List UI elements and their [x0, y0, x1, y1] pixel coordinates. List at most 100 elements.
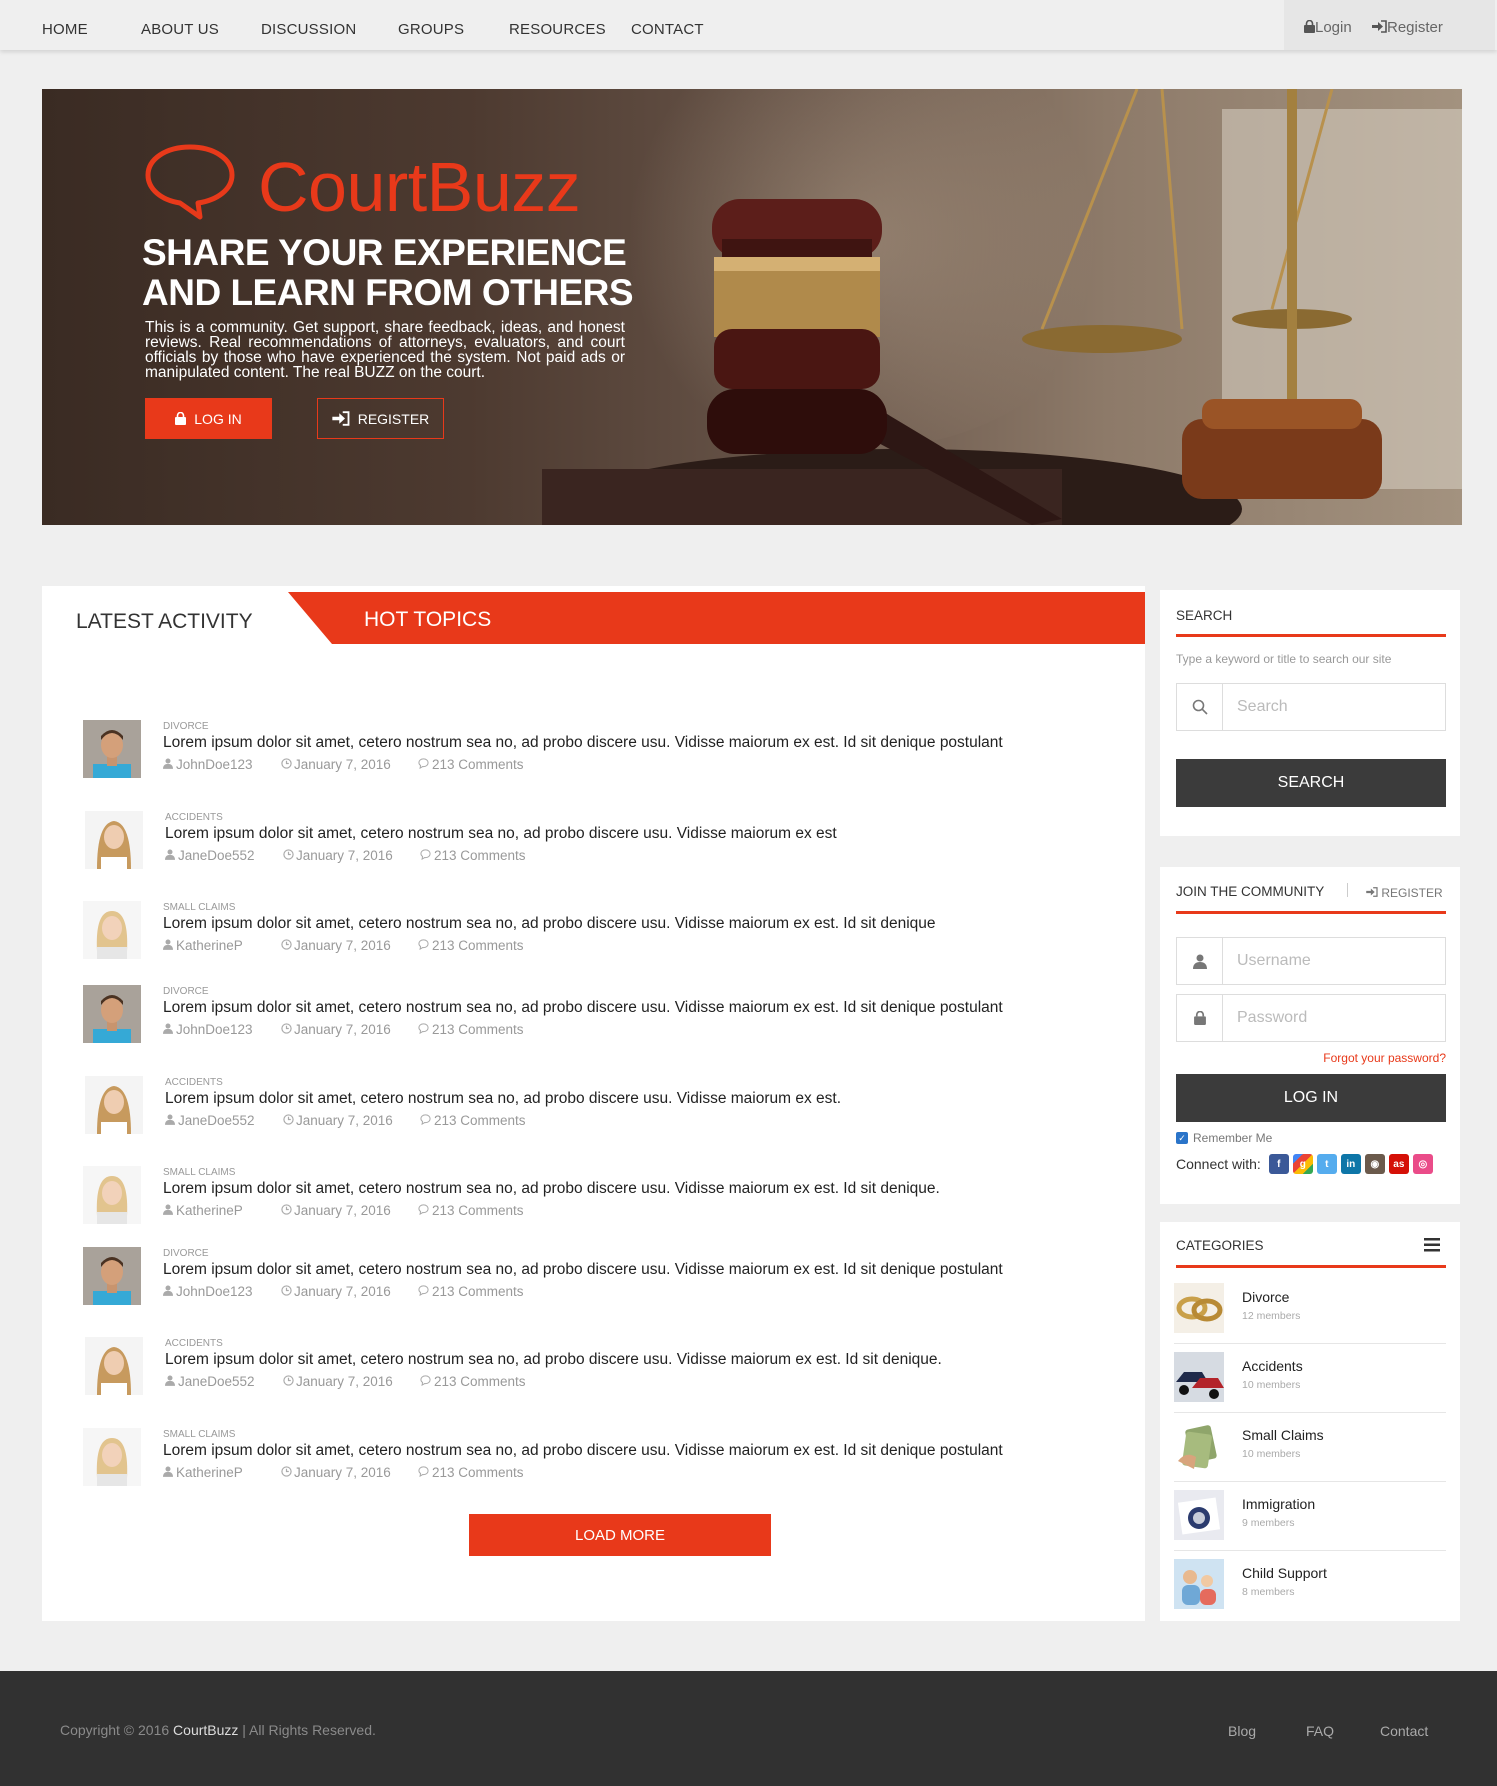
twitter-icon[interactable]: t [1316, 1154, 1337, 1174]
avatar-katherinep[interactable] [83, 1166, 141, 1224]
activity-title[interactable]: Lorem ipsum dolor sit amet, cetero nostr… [163, 1180, 940, 1198]
activity-author[interactable]: JaneDoe552 [165, 848, 283, 863]
tab-hot-topics[interactable]: HOT TOPICS [288, 592, 1145, 644]
activity-meta: JohnDoe123 January 7, 2016 213 Comments [163, 1022, 524, 1037]
avatar-johndoe123[interactable] [83, 1247, 141, 1305]
join-login-button[interactable]: LOG IN [1176, 1074, 1446, 1122]
category-accidents[interactable]: Accidents 10 members [1174, 1344, 1446, 1413]
hero-register-button[interactable]: REGISTER [317, 398, 444, 439]
facebook-icon[interactable]: f [1268, 1154, 1289, 1174]
remember-me-checkbox[interactable]: ✓ [1176, 1132, 1188, 1144]
nav-discussion[interactable]: DISCUSSION [261, 21, 356, 38]
activity-comments[interactable]: 213 Comments [418, 938, 524, 953]
footer-link-faq[interactable]: FAQ [1306, 1723, 1334, 1739]
footer-brand[interactable]: CourtBuzz [173, 1722, 238, 1738]
password-field[interactable]: Password [1176, 994, 1446, 1042]
nav-groups[interactable]: GROUPS [398, 21, 464, 38]
activity-author[interactable]: JaneDoe552 [165, 1374, 283, 1389]
activity-comments[interactable]: 213 Comments [418, 1203, 524, 1218]
footer-link-blog[interactable]: Blog [1228, 1723, 1256, 1739]
activity-category[interactable]: SMALL CLAIMS [163, 1167, 235, 1178]
instagram-icon[interactable]: ◉ [1364, 1154, 1385, 1174]
username-field[interactable]: Username [1176, 937, 1446, 985]
footer-link-contact[interactable]: Contact [1380, 1723, 1428, 1739]
activity-comments[interactable]: 213 Comments [420, 848, 526, 863]
menu-icon[interactable] [1424, 1238, 1440, 1257]
category-divorce[interactable]: Divorce 12 members [1174, 1275, 1446, 1344]
hero-login-button[interactable]: LOG IN [145, 398, 272, 439]
activity-item[interactable]: SMALL CLAIMS Lorem ipsum dolor sit amet, … [83, 901, 1083, 961]
activity-item[interactable]: SMALL CLAIMS Lorem ipsum dolor sit amet, … [83, 1166, 1083, 1226]
category-name: Child Support [1242, 1565, 1327, 1581]
remember-me[interactable]: ✓ Remember Me [1176, 1131, 1272, 1145]
activity-comments-count: 213 Comments [432, 1465, 524, 1480]
activity-item[interactable]: SMALL CLAIMS Lorem ipsum dolor sit amet, … [83, 1428, 1083, 1488]
activity-author[interactable]: JohnDoe123 [163, 757, 281, 772]
activity-comments[interactable]: 213 Comments [418, 757, 524, 772]
activity-date-text: January 7, 2016 [294, 1022, 391, 1037]
activity-title[interactable]: Lorem ipsum dolor sit amet, cetero nostr… [163, 915, 936, 933]
category-immigration[interactable]: Immigration 9 members [1174, 1482, 1446, 1551]
avatar-katherinep[interactable] [83, 901, 141, 959]
activity-item[interactable]: DIVORCE Lorem ipsum dolor sit amet, ceter… [83, 720, 1083, 780]
join-register-link[interactable]: REGISTER [1366, 886, 1443, 900]
activity-title[interactable]: Lorem ipsum dolor sit amet, cetero nostr… [165, 825, 837, 843]
avatar-janedoe552[interactable] [85, 1076, 143, 1134]
search-input[interactable]: Search [1176, 683, 1446, 731]
nav-contact[interactable]: CONTACT [631, 21, 704, 38]
avatar-johndoe123[interactable] [83, 720, 141, 778]
activity-category[interactable]: SMALL CLAIMS [163, 902, 235, 913]
forgot-password-link[interactable]: Forgot your password? [1323, 1051, 1446, 1065]
avatar-johndoe123[interactable] [83, 985, 141, 1043]
dribbble-icon[interactable]: ◎ [1412, 1154, 1433, 1174]
activity-title[interactable]: Lorem ipsum dolor sit amet, cetero nostr… [163, 1261, 1003, 1279]
activity-title[interactable]: Lorem ipsum dolor sit amet, cetero nostr… [163, 1442, 1003, 1460]
activity-author[interactable]: JohnDoe123 [163, 1284, 281, 1299]
nav-login-link[interactable]: Login [1304, 19, 1352, 36]
activity-item[interactable]: ACCIDENTS Lorem ipsum dolor sit amet, cet… [85, 1076, 1085, 1136]
activity-category[interactable]: ACCIDENTS [165, 1077, 223, 1088]
activity-title[interactable]: Lorem ipsum dolor sit amet, cetero nostr… [165, 1351, 942, 1369]
avatar-janedoe552[interactable] [85, 1337, 143, 1395]
linkedin-icon[interactable]: in [1340, 1154, 1361, 1174]
family-image [1174, 1559, 1224, 1609]
activity-title[interactable]: Lorem ipsum dolor sit amet, cetero nostr… [163, 999, 1003, 1017]
activity-category[interactable]: ACCIDENTS [165, 1338, 223, 1349]
nav-home[interactable]: HOME [42, 21, 88, 38]
activity-author[interactable]: JaneDoe552 [165, 1113, 283, 1128]
activity-author[interactable]: KatherineP [163, 938, 281, 953]
activity-comments[interactable]: 213 Comments [420, 1113, 526, 1128]
activity-comments[interactable]: 213 Comments [420, 1374, 526, 1389]
activity-title[interactable]: Lorem ipsum dolor sit amet, cetero nostr… [165, 1090, 841, 1108]
nav-about-us[interactable]: ABOUT US [141, 21, 219, 38]
avatar-katherinep[interactable] [83, 1428, 141, 1486]
search-button[interactable]: SEARCH [1176, 759, 1446, 807]
lastfm-icon[interactable]: as [1388, 1154, 1409, 1174]
brand-logo[interactable]: CourtBuzz [142, 141, 581, 226]
activity-item[interactable]: ACCIDENTS Lorem ipsum dolor sit amet, cet… [85, 811, 1085, 871]
activity-title[interactable]: Lorem ipsum dolor sit amet, cetero nostr… [163, 734, 1003, 752]
activity-comments[interactable]: 213 Comments [418, 1465, 524, 1480]
activity-item[interactable]: DIVORCE Lorem ipsum dolor sit amet, ceter… [83, 1247, 1083, 1307]
passport-image [1174, 1490, 1224, 1540]
activity-comments[interactable]: 213 Comments [418, 1284, 524, 1299]
category-small-claims[interactable]: Small Claims 10 members [1174, 1413, 1446, 1482]
activity-category[interactable]: ACCIDENTS [165, 812, 223, 823]
activity-category[interactable]: SMALL CLAIMS [163, 1429, 235, 1440]
activity-category[interactable]: DIVORCE [163, 1248, 209, 1259]
activity-item[interactable]: DIVORCE Lorem ipsum dolor sit amet, ceter… [83, 985, 1083, 1045]
nav-register-link[interactable]: Register [1372, 19, 1443, 36]
category-child-support[interactable]: Child Support 8 members [1174, 1551, 1446, 1620]
load-more-button[interactable]: LOAD MORE [469, 1514, 771, 1556]
activity-author[interactable]: JohnDoe123 [163, 1022, 281, 1037]
activity-author[interactable]: KatherineP [163, 1465, 281, 1480]
tab-latest-activity[interactable]: LATEST ACTIVITY [76, 610, 253, 634]
activity-category[interactable]: DIVORCE [163, 721, 209, 732]
google-icon[interactable]: g [1292, 1154, 1313, 1174]
avatar-janedoe552[interactable] [85, 811, 143, 869]
activity-item[interactable]: ACCIDENTS Lorem ipsum dolor sit amet, cet… [85, 1337, 1085, 1397]
activity-author[interactable]: KatherineP [163, 1203, 281, 1218]
nav-resources[interactable]: RESOURCES [509, 21, 606, 38]
activity-comments[interactable]: 213 Comments [418, 1022, 524, 1037]
activity-category[interactable]: DIVORCE [163, 986, 209, 997]
